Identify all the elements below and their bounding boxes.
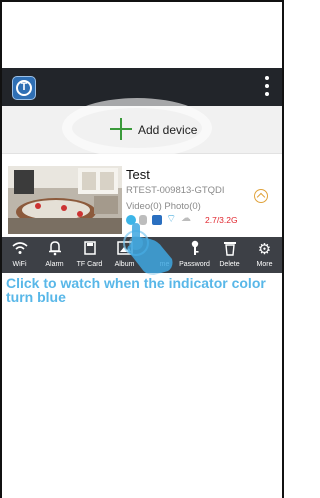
online-indicator-icon (126, 215, 136, 225)
device-toolbar: WiFi Alarm TF Card Album me Password Del… (2, 237, 282, 273)
trash-icon (212, 240, 247, 260)
storage-icon (152, 215, 162, 225)
password-button[interactable]: Password (177, 237, 212, 273)
t-logo-icon: T (12, 76, 36, 100)
more-label: More (256, 261, 273, 268)
wifi-signal-icon: ⌔ (166, 213, 177, 225)
wifi-label: WiFi (12, 261, 27, 268)
tutorial-hint: Click to watch when the indicator color … (6, 275, 266, 305)
album-label: Album (114, 261, 135, 268)
storage-usage: 2.7/3.2G (205, 215, 238, 225)
alarm-button[interactable]: Alarm (37, 237, 72, 273)
album-button[interactable]: Album (107, 237, 142, 273)
tf-card-label: TF Card (76, 261, 103, 268)
camera-thumbnail[interactable] (8, 166, 122, 234)
plus-icon (110, 118, 132, 140)
key-icon (177, 240, 212, 260)
bell-icon (37, 240, 72, 260)
more-button[interactable]: ⚙ More (247, 237, 282, 273)
image-icon (107, 240, 142, 260)
more-vert-icon[interactable] (264, 76, 270, 98)
alarm-label: Alarm (45, 261, 64, 268)
password-label: Password (179, 261, 210, 268)
wifi-button[interactable]: WiFi (2, 237, 37, 273)
gear-icon: ⚙ (257, 241, 272, 258)
add-device-button[interactable]: Add device (2, 98, 282, 158)
device-uid: RTEST-009813-GTQDI (126, 185, 225, 196)
delete-label: Delete (219, 261, 240, 268)
delete-button[interactable]: Delete (212, 237, 247, 273)
name-button[interactable]: me (142, 237, 177, 273)
cloud-icon: ☁ (181, 213, 191, 224)
device-card[interactable]: Test RTEST-009813-GTQDI Video(0) Photo(0… (2, 163, 282, 237)
add-device-label: Add device (138, 123, 198, 137)
media-counts: Video(0) Photo(0) (126, 201, 201, 212)
sd-card-icon (72, 240, 107, 260)
status-indicators: ⌔ ☁ 2.7/3.2G (126, 213, 276, 228)
notify-icon (139, 215, 147, 225)
device-name: Test (126, 167, 150, 182)
name-label: me (159, 261, 170, 268)
wifi-icon (2, 240, 37, 260)
tf-card-button[interactable]: TF Card (72, 237, 107, 273)
chevron-up-icon[interactable] (254, 189, 268, 203)
